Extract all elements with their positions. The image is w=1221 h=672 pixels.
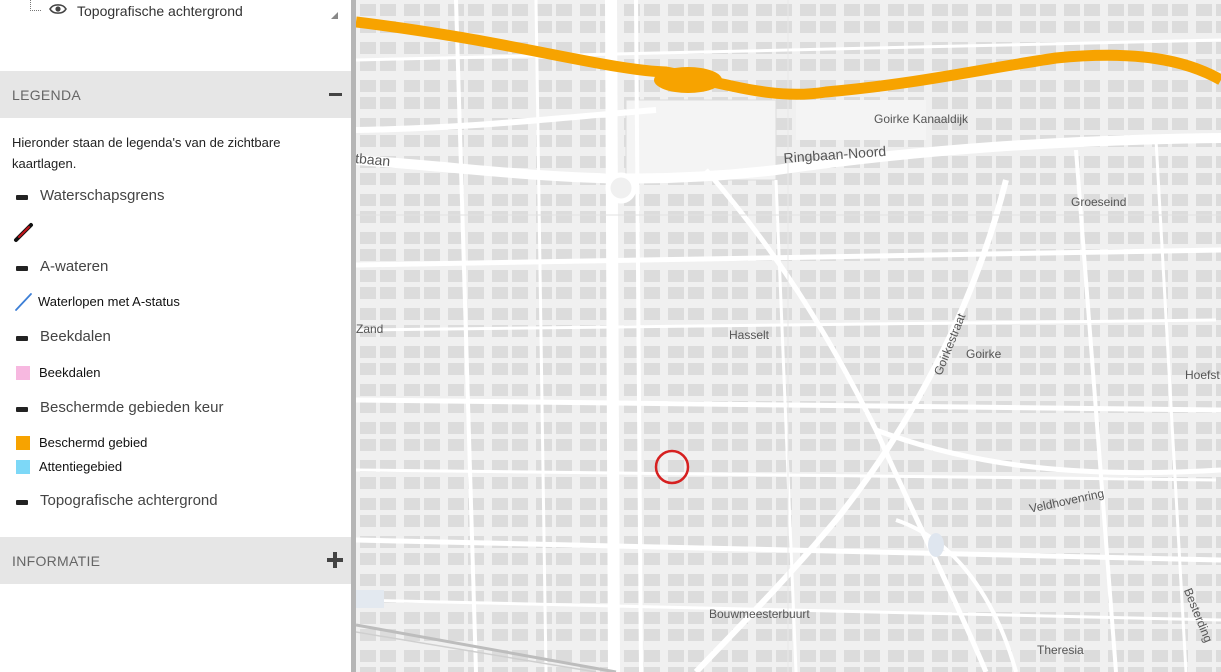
map-label-bouwmeesterbuurt: Bouwmeesterbuurt xyxy=(709,607,810,621)
legend-symbol-label: Waterlopen met A-status xyxy=(38,294,180,309)
expand-plus-icon[interactable] xyxy=(327,552,343,568)
location-marker[interactable] xyxy=(654,449,690,485)
layer-tree-row-topografische-achtergrond[interactable]: Topografische achtergrond xyxy=(28,0,348,22)
map-label-zand: Zand xyxy=(356,322,384,336)
legend-group-waterschapsgrens: Waterschapsgrens xyxy=(0,185,351,207)
legend-panel-title: LEGENDA xyxy=(12,87,82,103)
legend-symbol-label: Beekdalen xyxy=(39,365,101,380)
pink-swatch-icon xyxy=(16,366,30,380)
legend-group-label: Topografische achtergrond xyxy=(40,492,218,509)
group-dash-icon xyxy=(16,500,28,505)
map-label-goirke-kanaaldijk: Goirke Kanaaldijk xyxy=(874,112,969,126)
group-dash-icon xyxy=(16,195,28,200)
legend-group-label: Beschermde gebieden keur xyxy=(40,399,224,416)
legend-symbol-beschermd-gebied: Beschermd gebied xyxy=(0,432,351,454)
legend-group-beschermde-gebieden: Beschermde gebieden keur xyxy=(0,397,351,419)
legend-panel-header[interactable]: LEGENDA xyxy=(0,71,351,118)
map-label-hoefstraat: Hoefst xyxy=(1185,368,1220,382)
group-dash-icon xyxy=(16,407,28,412)
map-canvas[interactable]: Goirke Kanaaldijk Ringbaan-Noord tbaan G… xyxy=(356,0,1221,672)
legend-symbol-attentiegebied: Attentiegebied xyxy=(0,456,351,478)
map-label-ringbaan-west: tbaan xyxy=(356,150,391,169)
map-label-hasselt: Hasselt xyxy=(729,328,770,342)
info-panel-header[interactable]: INFORMATIE xyxy=(0,537,351,584)
legend-symbol-label: Beschermd gebied xyxy=(39,435,148,450)
tree-connector-icon xyxy=(30,0,41,11)
map-label-goirke: Goirke xyxy=(966,347,1002,361)
legend-symbol-beekdalen: Beekdalen xyxy=(0,362,351,384)
eye-icon[interactable] xyxy=(49,3,67,15)
layer-label: Topografische achtergrond xyxy=(77,3,243,19)
sidebar: Topografische achtergrond LEGENDA Hieron… xyxy=(0,0,351,672)
blue-line-symbol-icon xyxy=(15,293,32,311)
map-label-theresia: Theresia xyxy=(1037,643,1084,657)
legend-group-topografische-achtergrond: Topografische achtergrond xyxy=(0,490,351,512)
cyan-swatch-icon xyxy=(16,460,30,474)
collapse-minus-icon[interactable] xyxy=(329,93,342,96)
map-label-groeseind: Groeseind xyxy=(1071,195,1127,209)
group-dash-icon xyxy=(16,336,28,341)
legend-group-label: Waterschapsgrens xyxy=(40,187,165,204)
orange-swatch-icon xyxy=(16,436,30,450)
legend-symbol-waterlopen: Waterlopen met A-status xyxy=(0,291,351,313)
legend-intro-text: Hieronder staan de legenda's van de zich… xyxy=(12,135,281,171)
group-dash-icon xyxy=(16,266,28,271)
legend-group-label: Beekdalen xyxy=(40,328,111,345)
resize-handle-icon[interactable] xyxy=(331,12,338,19)
legend-symbol-label: Attentiegebied xyxy=(39,459,123,474)
legend-group-beekdalen: Beekdalen xyxy=(0,326,351,348)
red-line-symbol-icon xyxy=(14,223,33,242)
legend-symbol-waterschapsgrens-line xyxy=(0,220,351,242)
legend-group-label: A-wateren xyxy=(40,258,109,275)
info-panel-title: INFORMATIE xyxy=(12,553,101,569)
map-base-svg xyxy=(356,0,1221,672)
legend-group-a-wateren: A-wateren xyxy=(0,256,351,278)
